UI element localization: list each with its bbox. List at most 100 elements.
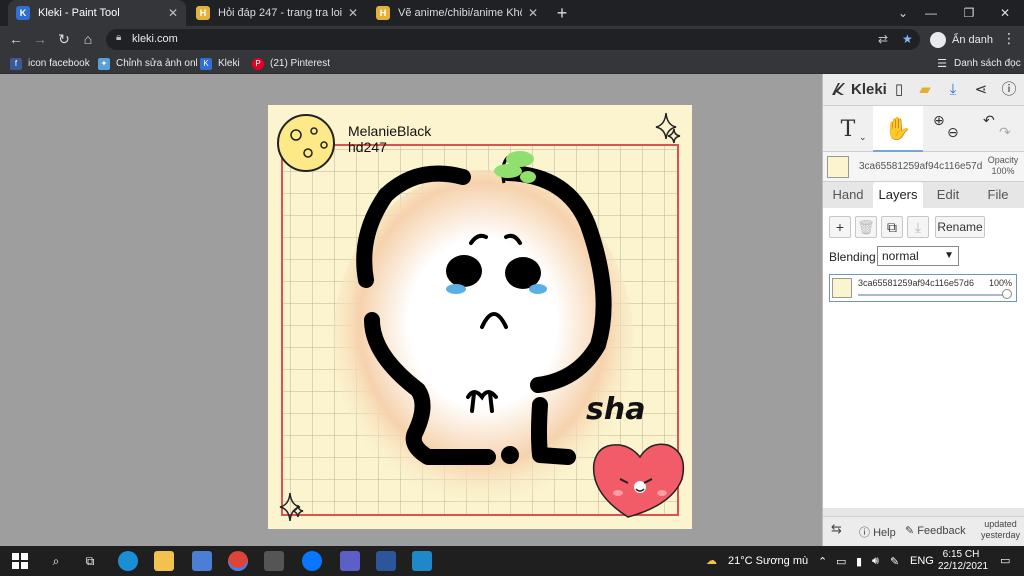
kleki-logo[interactable]: Kleki [829, 80, 887, 98]
close-window-button[interactable]: ✕ [986, 0, 1024, 26]
translate-icon[interactable]: ⇄ [878, 32, 888, 46]
windows-start-icon[interactable] [10, 551, 30, 571]
language-indicator[interactable]: ENG [910, 555, 934, 567]
drawing-canvas[interactable]: sha MelanieBlack hd247 [268, 105, 692, 529]
feedback-link[interactable]: ✎ Feedback [905, 524, 966, 537]
pen-icon[interactable]: ✎ [890, 555, 899, 568]
text-tool-button[interactable]: T ⌄ [823, 106, 873, 152]
download-icon[interactable]: ⤓ [943, 80, 963, 100]
bookmark-kleki[interactable]: K Kleki [200, 56, 240, 71]
show-hidden-icons-icon[interactable]: ⌃ [818, 555, 827, 568]
task-view-icon[interactable]: ⧉ [80, 551, 100, 571]
volume-icon[interactable]: 🔊︎ [872, 555, 879, 568]
blending-select[interactable]: normal ▼ [877, 246, 959, 266]
address-bar[interactable]: 🔒︎ kleki.com ⇄ ★ [106, 29, 920, 50]
tab-hoidap[interactable]: H Hỏi đáp 247 - trang tra loi ✕ [188, 0, 366, 26]
search-icon[interactable]: ⌕ [46, 551, 66, 571]
teams-icon[interactable] [340, 551, 360, 571]
close-icon[interactable]: ✕ [168, 6, 178, 20]
clock[interactable]: 6:15 CH 22/12/2021 [938, 549, 988, 573]
text-tool-icon: T [840, 117, 856, 142]
forward-arrow-icon[interactable]: → [30, 29, 50, 49]
layer-opacity-slider[interactable] [858, 294, 1008, 296]
back-arrow-icon[interactable]: ← [6, 29, 26, 49]
weather-text[interactable]: 21°C Sương mù [728, 555, 808, 567]
reload-icon[interactable]: ↻ [54, 29, 74, 49]
tab-hand[interactable]: Hand [825, 182, 871, 208]
duplicate-layer-button[interactable]: ⧉ [881, 216, 903, 238]
signature-line-1: MelanieBlack [348, 123, 432, 139]
file-explorer-icon[interactable] [154, 551, 174, 571]
bookmark-icon-facebook[interactable]: f icon facebook [10, 56, 90, 71]
reading-list-icon: ☰ [937, 58, 947, 70]
sparkle-top-right [655, 112, 681, 144]
edge-icon[interactable] [118, 551, 138, 571]
new-image-icon[interactable]: ▯ [889, 80, 909, 100]
pinterest-icon: P [252, 57, 264, 70]
camera-icon[interactable] [264, 551, 284, 571]
tab-title: Kleki - Paint Tool [38, 7, 120, 19]
kleki-icon: K [200, 57, 212, 70]
tab-edit[interactable]: Edit [925, 182, 971, 208]
undo-icon[interactable]: ↶ [983, 110, 995, 130]
signature-line-2: hd247 [348, 139, 387, 155]
redo-icon[interactable]: ↷ [999, 122, 1011, 142]
current-layer-info: 3ca65581259af94c116e57d Opacity 100% [823, 152, 1024, 182]
tab-layers[interactable]: Layers [873, 182, 923, 208]
zoom-in-icon[interactable]: ⊕ [933, 110, 945, 130]
drawing-workspace[interactable]: sha MelanieBlack hd247 [0, 74, 822, 546]
tab-title: Vẽ anime/chibi/anime Không ph [398, 7, 522, 19]
tab-ve-anime[interactable]: H Vẽ anime/chibi/anime Không ph ✕ [368, 0, 546, 26]
blending-label: Blending [829, 250, 876, 264]
layer-row[interactable]: 3ca65581259af94c116e57d6 100% [829, 274, 1017, 302]
blending-value: normal [882, 249, 919, 263]
rename-button[interactable]: Rename [935, 216, 985, 238]
battery-icon[interactable]: ▮ [856, 555, 862, 568]
add-layer-button[interactable]: + [829, 216, 851, 238]
minimize-button[interactable]: — [912, 0, 950, 26]
help-link[interactable]: ⓘ Help [859, 524, 896, 540]
zoom-out-icon[interactable]: ⊖ [947, 122, 959, 142]
new-tab-button[interactable]: + [552, 3, 572, 23]
kleki-header: Kleki ▯ ▰ ⤓ ⋖ ⓘ [823, 74, 1024, 106]
close-icon[interactable]: ✕ [348, 6, 358, 20]
reading-list-button[interactable]: ☰ Danh sách đọc [936, 56, 1021, 71]
photo-editor-icon: ✦ [98, 57, 110, 70]
star-icon[interactable]: ★ [902, 32, 913, 46]
layer-opacity-slider-handle[interactable] [1002, 289, 1012, 299]
home-icon[interactable]: ⌂ [78, 29, 98, 49]
tab-kleki[interactable]: K Kleki - Paint Tool ✕ [8, 0, 186, 26]
network-icon[interactable]: ▭ [836, 555, 846, 568]
browser-tab-strip: K Kleki - Paint Tool ✕ H Hỏi đáp 247 - t… [0, 0, 1024, 26]
delete-layer-button[interactable]: 🗑︎ [855, 216, 877, 238]
layers-panel: + 🗑︎ ⧉ ⤓ Rename Blending normal ▼ 3ca655… [823, 208, 1024, 508]
save-icon[interactable]: ▰ [915, 80, 935, 100]
feedback-icon: ✎ [905, 525, 918, 537]
bookmark-pinterest[interactable]: P (21) Pinterest [252, 56, 330, 71]
more-menu-icon[interactable]: ⋮ [1002, 30, 1016, 47]
share-icon[interactable]: ⋖ [971, 80, 991, 100]
zalo-icon[interactable] [302, 551, 322, 571]
close-icon[interactable]: ✕ [528, 6, 538, 20]
updated-note: updated yesterday [981, 519, 1020, 541]
bookmark-label: Kleki [218, 58, 240, 69]
help-icon[interactable]: ⓘ [999, 80, 1019, 100]
layer-thumbnail [827, 156, 849, 178]
clock-time: 6:15 CH [942, 549, 980, 560]
photos-icon[interactable] [412, 551, 432, 571]
merge-layer-button[interactable]: ⤓ [907, 216, 929, 238]
notifications-icon[interactable]: ▭ [1000, 554, 1010, 567]
incognito-profile-button[interactable]: Ẩn danh [930, 30, 993, 49]
word-icon[interactable] [376, 551, 396, 571]
handwritten-word: sha [586, 392, 645, 427]
bookmark-label: Chỉnh sửa ảnh onl [116, 58, 198, 69]
tab-file[interactable]: File [973, 182, 1023, 208]
updated-line-1: updated [984, 519, 1017, 529]
swap-side-icon[interactable]: ⇆ [831, 521, 842, 537]
restore-button[interactable]: ❐ [950, 0, 988, 26]
bookmark-photo-editor[interactable]: ✦ Chỉnh sửa ảnh onl [98, 56, 198, 71]
opacity-value: 100% [991, 166, 1015, 176]
store-icon[interactable] [192, 551, 212, 571]
hand-tool-button[interactable]: ✋ [873, 106, 923, 152]
chrome-icon[interactable] [228, 551, 248, 571]
